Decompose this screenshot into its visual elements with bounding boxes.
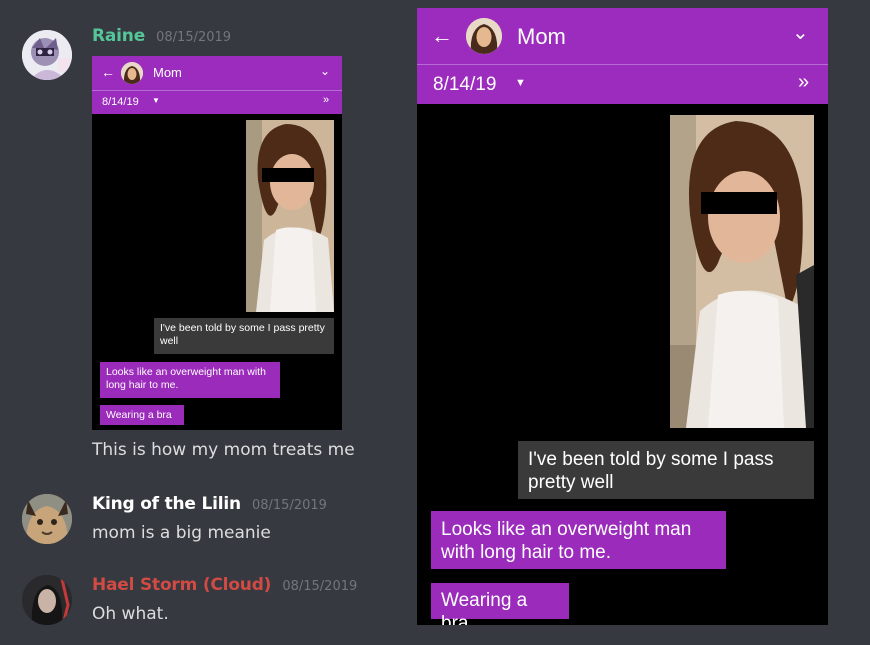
message-header: King of the Lilin 08/15/2019 xyxy=(92,494,327,514)
sent-text-2: Wearing a bra xyxy=(106,409,172,421)
author-name[interactable]: Raine xyxy=(92,26,145,46)
received-text: I've been told by some I pass pretty wel… xyxy=(528,449,774,493)
avatar[interactable] xyxy=(22,30,72,80)
sms-date: 8/14/19 xyxy=(433,74,497,95)
received-text: I've been told by some I pass pretty wel… xyxy=(160,322,325,347)
sent-bubble-1: Looks like an overweight man with long h… xyxy=(431,511,726,569)
author-name[interactable]: King of the Lilin xyxy=(92,494,241,514)
sms-date-bar: 8/14/19 ▼ » xyxy=(92,90,342,114)
sent-text-2: Wearing a bra xyxy=(441,590,528,625)
back-arrow-icon: ← xyxy=(101,64,115,80)
message-header: Hael Storm (Cloud) 08/15/2019 xyxy=(92,575,357,595)
sent-text-1: Looks like an overweight man with long h… xyxy=(441,519,692,563)
avatar[interactable] xyxy=(22,494,72,544)
sent-text-1: Looks like an overweight man with long h… xyxy=(106,366,266,391)
sent-bubble-1: Looks like an overweight man with long h… xyxy=(100,362,280,398)
caret-down-icon: ▼ xyxy=(152,96,160,105)
message-hael-storm: Hael Storm (Cloud) 08/15/2019 Oh what. xyxy=(0,575,410,635)
caret-down-icon: ▼ xyxy=(515,77,526,89)
timestamp: 08/15/2019 xyxy=(156,30,232,45)
contact-name: Mom xyxy=(517,24,566,49)
timestamp: 08/15/2019 xyxy=(282,579,358,594)
message-text: Oh what. xyxy=(92,604,169,624)
message-text: mom is a big meanie xyxy=(92,523,271,543)
chevron-down-icon: ⌄ xyxy=(792,22,809,44)
message-raine: Raine 08/15/2019 ← Mom ⌄ 8/14/19 ▼ » I'v… xyxy=(0,26,410,466)
received-bubble: I've been told by some I pass pretty wel… xyxy=(518,441,814,499)
message-king-of-the-lilin: King of the Lilin 08/15/2019 mom is a bi… xyxy=(0,494,410,554)
contact-avatar xyxy=(121,62,143,84)
sms-date-bar: 8/14/19 ▼ » xyxy=(417,64,828,104)
double-chevron-down-icon: » xyxy=(798,71,810,93)
redaction-bar xyxy=(262,168,314,182)
attachment-image-small[interactable]: ← Mom ⌄ 8/14/19 ▼ » I've been told by so… xyxy=(92,56,342,430)
chevron-down-icon: ⌄ xyxy=(320,64,331,78)
sent-bubble-2: Wearing a bra xyxy=(431,583,569,625)
avatar[interactable] xyxy=(22,575,72,625)
back-arrow-icon: ← xyxy=(431,23,453,48)
contact-avatar xyxy=(466,18,502,54)
sms-app-bar: ← Mom ⌄ xyxy=(417,8,828,64)
attachment-image-large[interactable]: ← Mom ⌄ 8/14/19 ▼ » I've been told by so… xyxy=(417,8,828,625)
selfie-photo xyxy=(670,115,814,428)
timestamp: 08/15/2019 xyxy=(251,498,327,513)
author-name[interactable]: Hael Storm (Cloud) xyxy=(92,575,271,595)
message-text: This is how my mom treats me xyxy=(92,440,355,460)
sms-date: 8/14/19 xyxy=(102,96,139,108)
received-bubble: I've been told by some I pass pretty wel… xyxy=(154,318,334,354)
contact-name: Mom xyxy=(153,65,182,80)
selfie-photo xyxy=(246,120,334,312)
sent-bubble-2: Wearing a bra xyxy=(100,405,184,425)
double-chevron-down-icon: » xyxy=(323,94,330,106)
message-header: Raine 08/15/2019 xyxy=(92,26,231,46)
redaction-bar xyxy=(701,192,777,214)
sms-app-bar: ← Mom ⌄ xyxy=(92,56,342,90)
